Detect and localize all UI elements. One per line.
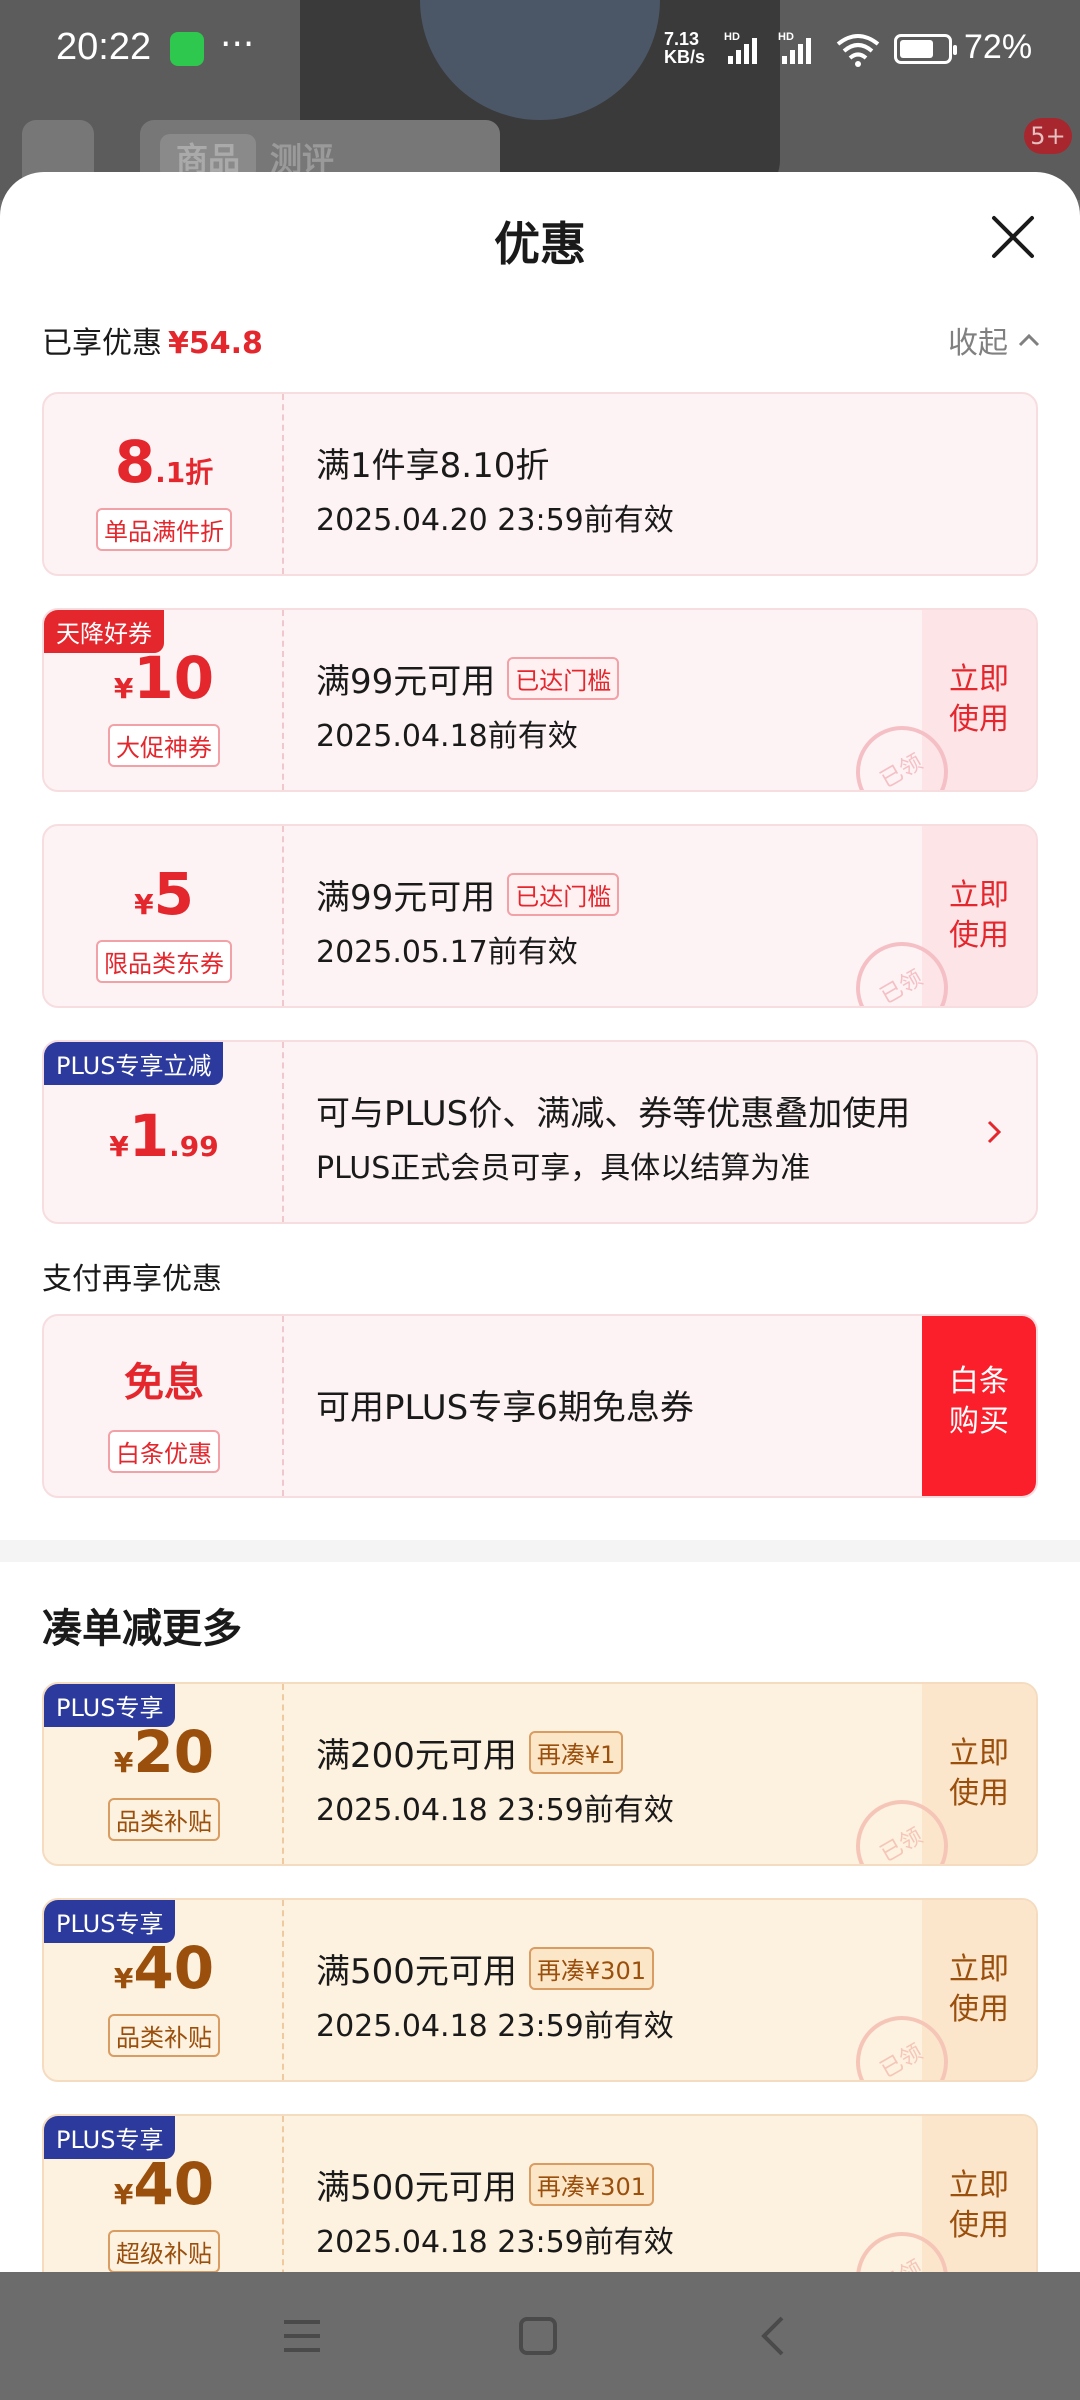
coupon-amount: 8.1折 [114, 428, 214, 496]
plus-badge: PLUS专享 [44, 2116, 176, 2159]
back-icon[interactable] [752, 2314, 796, 2358]
coupon-details: 满99元可用 已达门槛 2025.04.18前有效 [316, 654, 620, 755]
coupon-condition: 可与PLUS价、满减、券等优惠叠加使用 [316, 1094, 911, 1134]
more-section-title: 凑单减更多 [42, 1606, 242, 1652]
coupon-amount: ¥20 [113, 1718, 215, 1786]
battery-icon [894, 34, 957, 64]
coupon-type: 白条优惠 [44, 1430, 284, 1473]
coupon-card[interactable]: 8.1折 单品满件折 满1件享8.10折 2025.04.20 23:59前有效 [42, 392, 1038, 576]
enjoyed-amount: ¥54.8 [168, 326, 263, 361]
add-more-tag: 再凑¥301 [528, 2163, 654, 2206]
coupon-details: 可与PLUS价、满减、券等优惠叠加使用 PLUS正式会员可享，具体以结算为准 [316, 1086, 910, 1187]
coupon-condition: 满500元可用 再凑¥301 [316, 1944, 674, 1993]
svg-text:HD: HD [778, 31, 794, 43]
pay-section-label: 支付再享优惠 [42, 1262, 222, 1297]
coupon-type: 超级补贴 [44, 2230, 284, 2272]
coupon-type: 大促神券 [44, 724, 284, 767]
cart-badge: 5+ [1024, 118, 1072, 154]
coupon-details: 满1件享8.10折 2025.04.20 23:59前有效 [316, 438, 674, 539]
coupon-validity: 2025.04.18前有效 [316, 719, 578, 754]
signal-icon: HD [778, 31, 811, 64]
coupon-amount: ¥40 [113, 1934, 215, 2002]
coupon-condition: 满99元可用 已达门槛 [316, 870, 620, 919]
coupon-amount: ¥40 [113, 2150, 215, 2218]
coupon-amount: ¥10 [113, 644, 215, 712]
coupon-type: 单品满件折 [44, 508, 284, 551]
add-more-tag: 再凑¥1 [528, 1731, 624, 1774]
chevron-right-icon [987, 1120, 1002, 1144]
chevron-up-icon [1018, 333, 1040, 347]
menu-icon[interactable] [280, 2314, 324, 2358]
enjoyed-discount: 已享优惠 ¥54.8 [42, 318, 263, 362]
plus-badge: PLUS专享立减 [44, 1042, 224, 1085]
more-notifications-icon: ··· [220, 24, 255, 65]
coupon-note: PLUS正式会员可享，具体以结算为准 [316, 1151, 811, 1186]
network-speed: 7.13 KB/s [664, 29, 706, 67]
coupon-value: ¥5 限品类东券 [44, 826, 284, 1006]
coupon-value: 免息 白条优惠 [44, 1316, 284, 1496]
coupon-card[interactable]: ¥40 品类补贴 PLUS专享 满500元可用 再凑¥301 2025.04.18… [42, 1898, 1038, 2082]
coupon-details: 可用PLUS专享6期免息券 [316, 1380, 694, 1429]
coupon-details: 满500元可用 再凑¥301 2025.04.18 23:59前有效 [316, 2160, 674, 2261]
coupon-details: 满200元可用 再凑¥1 2025.04.18 23:59前有效 [316, 1728, 674, 1829]
status-bar: 20:22 ··· 7.13 KB/s HD HD 72% [0, 0, 1080, 100]
coupon-card[interactable]: ¥40 超级补贴 PLUS专享 满500元可用 再凑¥301 2025.04.18… [42, 2114, 1038, 2272]
coupon-condition: 满200元可用 再凑¥1 [316, 1728, 674, 1777]
coupon-type: 限品类东券 [44, 940, 284, 983]
coupon-value: 8.1折 单品满件折 [44, 394, 284, 574]
plus-badge: PLUS专享 [44, 1684, 176, 1727]
installment-condition: 可用PLUS专享6期免息券 [316, 1388, 694, 1428]
coupon-card[interactable]: ¥5 限品类东券 满99元可用 已达门槛 2025.05.17前有效 立即 使用 … [42, 824, 1038, 1008]
collapse-button[interactable]: 收起 [948, 318, 1040, 362]
section-divider [0, 1540, 1080, 1562]
svg-text:HD: HD [724, 31, 740, 43]
threshold-tag: 已达门槛 [507, 657, 620, 700]
coupon-badge: 天降好券 [44, 610, 164, 653]
coupon-condition: 满1件享8.10折 [316, 446, 550, 486]
coupon-type: 品类补贴 [44, 2014, 284, 2057]
coupon-card[interactable]: ¥10 大促神券 天降好券 满99元可用 已达门槛 2025.04.18前有效 立… [42, 608, 1038, 792]
status-time: 20:22 [56, 26, 152, 68]
baitiao-buy-button[interactable]: 白条 购买 [922, 1316, 1036, 1496]
wifi-icon [836, 34, 880, 67]
coupon-details: 满500元可用 再凑¥301 2025.04.18 23:59前有效 [316, 1944, 674, 2045]
sheet-title: 优惠 [494, 217, 586, 271]
coupon-card[interactable]: ¥20 品类补贴 PLUS专享 满200元可用 再凑¥1 2025.04.18 2… [42, 1682, 1038, 1866]
coupon-validity: 2025.04.18 23:59前有效 [316, 2225, 674, 2260]
coupon-condition: 满99元可用 已达门槛 [316, 654, 620, 703]
home-icon[interactable] [516, 2314, 560, 2358]
coupon-validity: 2025.04.18 23:59前有效 [316, 1793, 674, 1828]
add-more-tag: 再凑¥301 [528, 1947, 654, 1990]
installment-title: 免息 [124, 1360, 204, 1406]
signal-icon: HD [724, 31, 757, 64]
coupon-details: 满99元可用 已达门槛 2025.05.17前有效 [316, 870, 620, 971]
battery-percent: 72% [964, 28, 1033, 66]
close-icon[interactable] [988, 212, 1038, 262]
coupon-type: 品类补贴 [44, 1798, 284, 1841]
use-now-button[interactable]: 立即 使用 [922, 2116, 1036, 2272]
coupon-validity: 2025.05.17前有效 [316, 935, 578, 970]
coupon-validity: 2025.04.20 23:59前有效 [316, 503, 674, 538]
wechat-icon [170, 32, 204, 66]
plus-discount-card[interactable]: ¥1.99 PLUS专享立减 可与PLUS价、满减、券等优惠叠加使用 PLUS正… [42, 1040, 1038, 1224]
installment-card[interactable]: 免息 白条优惠 可用PLUS专享6期免息券 白条 购买 [42, 1314, 1038, 1498]
collapse-label: 收起 [948, 326, 1008, 361]
discount-sheet: 优惠 已享优惠 ¥54.8 收起 8.1折 单品满件折 满1件享8.10折 202… [0, 172, 1080, 2272]
coupon-amount: ¥1.99 [109, 1102, 219, 1170]
coupon-condition: 满500元可用 再凑¥301 [316, 2160, 674, 2209]
coupon-amount: ¥5 [134, 860, 194, 928]
coupon-validity: 2025.04.18 23:59前有效 [316, 2009, 674, 2044]
threshold-tag: 已达门槛 [507, 873, 620, 916]
system-nav-bar [0, 2274, 1080, 2400]
enjoyed-label: 已享优惠 [42, 326, 162, 361]
plus-badge: PLUS专享 [44, 1900, 176, 1943]
